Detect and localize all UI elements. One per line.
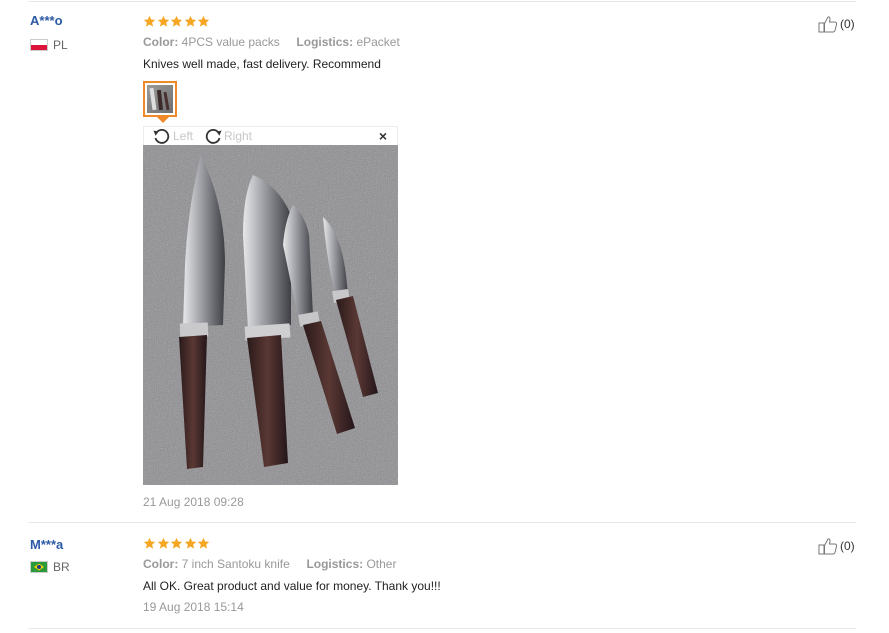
star-rating xyxy=(143,15,211,28)
thumbs-up-icon xyxy=(818,16,838,33)
color-label: Color: xyxy=(143,35,179,49)
order-info: Color: 4PCS value packs Logistics: ePack… xyxy=(143,35,400,49)
flag-pl-icon xyxy=(30,39,48,51)
review-text: All OK. Great product and value for mone… xyxy=(143,579,441,593)
helpful-count: (0) xyxy=(840,539,855,553)
review-date: 21 Aug 2018 09:28 xyxy=(143,495,244,509)
color-value: 4PCS value packs xyxy=(181,35,280,49)
country-code: PL xyxy=(53,38,68,52)
flag-br-icon xyxy=(30,561,48,573)
star-icon xyxy=(170,15,183,27)
star-icon xyxy=(157,15,169,27)
star-icon xyxy=(170,537,183,549)
review-date: 19 Aug 2018 15:14 xyxy=(143,600,244,614)
reviewer-name[interactable]: A***o xyxy=(30,13,63,28)
thumbnail-pointer xyxy=(157,117,169,123)
logistics-label: Logistics: xyxy=(296,35,354,49)
feedback-list: A***o PL Color: 4PCS value packs Logisti… xyxy=(0,0,889,633)
helpful-count: (0) xyxy=(840,17,855,31)
star-icon xyxy=(197,15,210,27)
logistics-label: Logistics: xyxy=(306,557,364,571)
star-icon xyxy=(143,537,156,549)
star-icon xyxy=(143,15,156,27)
star-rating xyxy=(143,537,211,550)
review-photo xyxy=(143,145,398,485)
logistics-value: Other xyxy=(366,557,397,571)
rotate-right-label: Right xyxy=(224,129,253,143)
country-code: BR xyxy=(53,560,70,574)
star-icon xyxy=(157,537,169,549)
star-icon xyxy=(197,537,210,549)
star-icon xyxy=(184,15,196,27)
helpful-button[interactable]: (0) xyxy=(818,15,855,33)
reviewer-country: BR xyxy=(30,560,70,574)
rotate-left-button[interactable]: Left xyxy=(152,128,193,144)
review-photo-thumbnail[interactable] xyxy=(143,81,177,117)
logistics-value: ePacket xyxy=(356,35,400,49)
rotate-right-icon xyxy=(205,129,222,144)
divider xyxy=(28,628,856,629)
helpful-button[interactable]: (0) xyxy=(818,537,855,555)
divider xyxy=(28,522,856,523)
rotate-left-icon xyxy=(153,129,170,144)
star-icon xyxy=(184,537,196,549)
rotate-left-label: Left xyxy=(173,129,194,143)
photo-viewer-toolbar: Left Right × xyxy=(143,126,398,145)
thumbnail-image xyxy=(147,85,173,113)
close-icon[interactable]: × xyxy=(379,128,387,144)
thumbs-up-icon xyxy=(818,538,838,555)
color-label: Color: xyxy=(143,557,179,571)
reviewer-country: PL xyxy=(30,38,68,52)
rotate-right-button[interactable]: Right xyxy=(203,128,252,144)
divider xyxy=(28,1,856,2)
order-info: Color: 7 inch Santoku knife Logistics: O… xyxy=(143,557,396,571)
reviewer-name[interactable]: M***a xyxy=(30,537,63,552)
review-text: Knives well made, fast delivery. Recomme… xyxy=(143,57,381,71)
color-value: 7 inch Santoku knife xyxy=(181,557,290,571)
